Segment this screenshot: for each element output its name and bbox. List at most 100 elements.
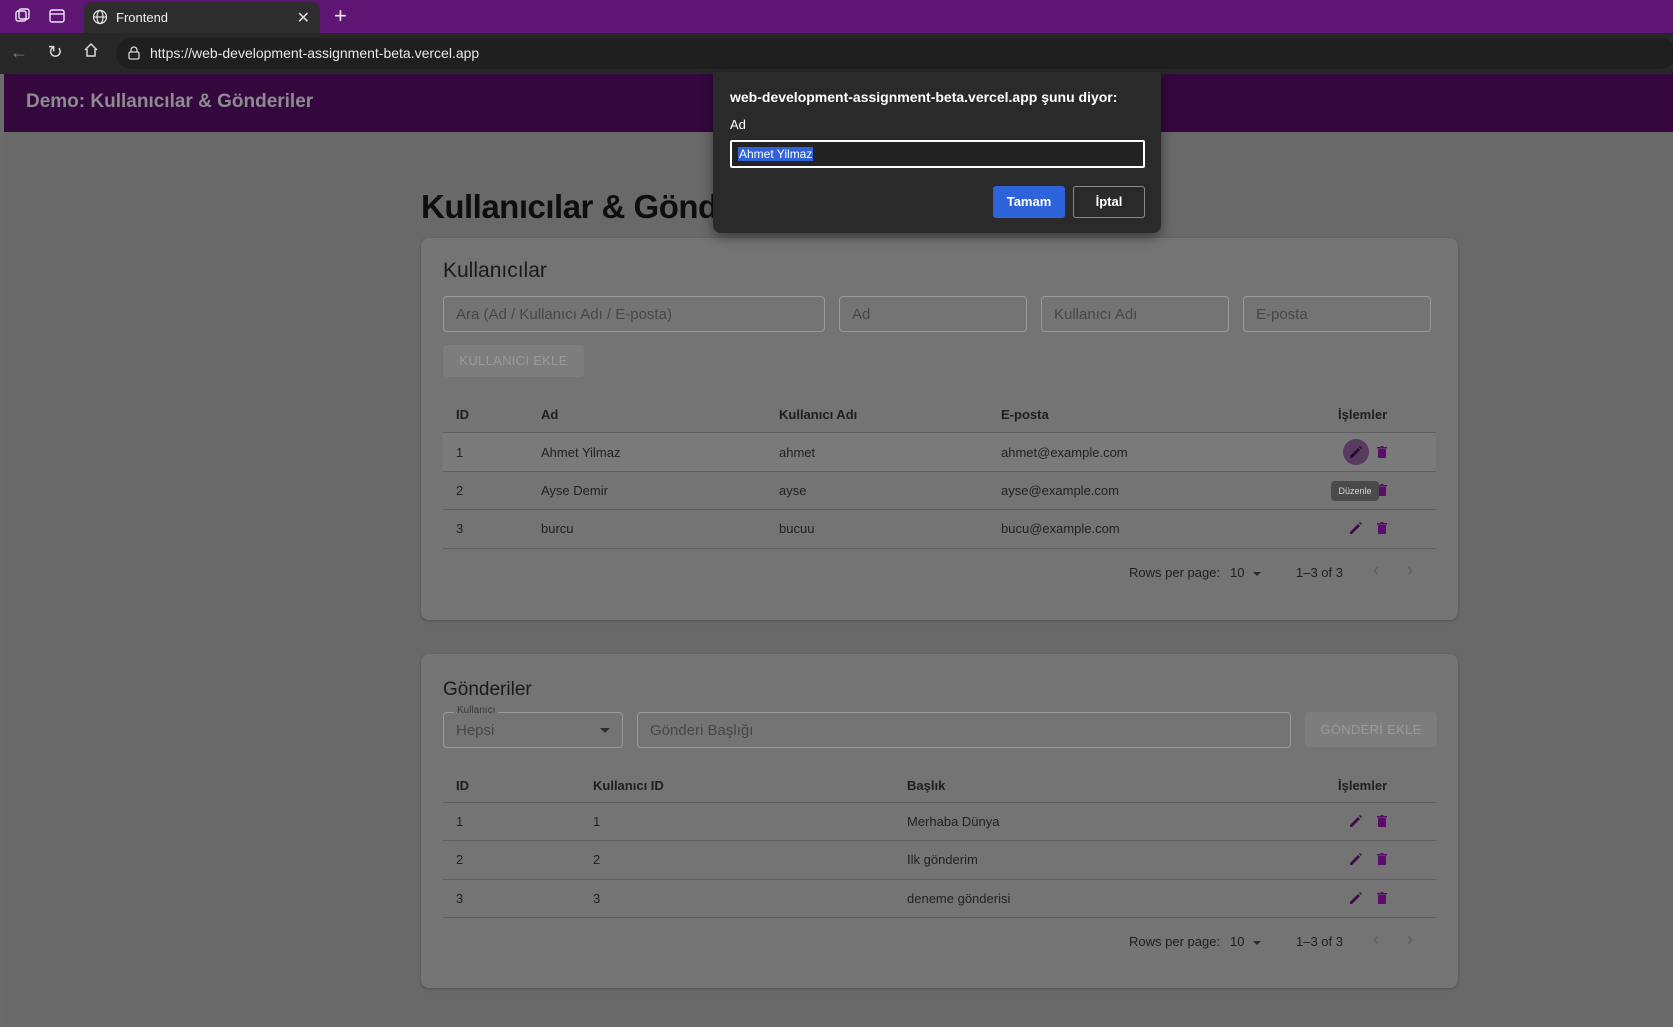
- user-username-field[interactable]: Kullanıcı Adı: [1041, 296, 1229, 332]
- url-text: https://web-development-assignment-beta.…: [150, 45, 480, 61]
- divider: [443, 548, 1436, 549]
- divider: [443, 471, 1436, 472]
- edit-icon[interactable]: [1348, 890, 1364, 906]
- globe-icon: [92, 9, 108, 25]
- post-row-2-title: Ilk gönderim: [907, 852, 978, 867]
- user-row-3-username: bucuu: [779, 521, 815, 536]
- rows-per-page-label: Rows per page:: [1129, 934, 1221, 949]
- user-email-placeholder: E-posta: [1256, 306, 1308, 323]
- user-row-2-id: 2: [456, 483, 464, 498]
- dialog-label: Ad: [730, 117, 746, 132]
- address-bar[interactable]: https://web-development-assignment-beta.…: [116, 38, 1673, 69]
- post-row-1-title: Merhaba Dünya: [907, 814, 1000, 829]
- rows-per-page-select[interactable]: 10: [1230, 565, 1244, 580]
- post-row-3-id: 3: [456, 891, 464, 906]
- posts-col-title: Başlık: [907, 778, 946, 793]
- user-name-field[interactable]: Ad: [839, 296, 1027, 332]
- next-page-icon[interactable]: ›: [1407, 929, 1413, 950]
- user-row-3-id: 3: [456, 521, 464, 536]
- tab-frontend[interactable]: Frontend ✕: [84, 2, 320, 33]
- add-user-button[interactable]: KULLANICI EKLE: [443, 345, 584, 377]
- prev-page-icon[interactable]: ‹: [1373, 929, 1379, 950]
- post-row-2-user-id: 2: [593, 852, 601, 867]
- page-title: Kullanıcılar & Gönder: [421, 188, 748, 225]
- post-row-1-id: 1: [456, 814, 464, 829]
- users-col-username: Kullanıcı Adı: [779, 407, 858, 422]
- tab-actions-icon[interactable]: [48, 7, 66, 25]
- post-row-3-user-id: 3: [593, 891, 601, 906]
- edit-icon[interactable]: [1348, 851, 1364, 867]
- users-col-id: ID: [456, 407, 469, 422]
- dialog-input[interactable]: Ahmet Yilmaz: [730, 140, 1145, 168]
- divider: [443, 917, 1436, 918]
- posts-col-user-id: Kullanıcı ID: [593, 778, 664, 793]
- ok-button[interactable]: Tamam: [993, 186, 1065, 218]
- edit-icon[interactable]: [1348, 444, 1364, 460]
- user-username-placeholder: Kullanıcı Adı: [1054, 306, 1138, 323]
- delete-icon[interactable]: [1374, 851, 1390, 867]
- edit-icon[interactable]: [1348, 813, 1364, 829]
- posts-col-actions: İşlemler: [1338, 778, 1388, 793]
- browser-tab-bar: Frontend ✕ +: [0, 0, 1673, 33]
- reload-icon[interactable]: ↻: [44, 41, 66, 63]
- user-row-1-username: ahmet: [779, 445, 816, 460]
- pagination-range: 1–3 of 3: [1296, 934, 1343, 949]
- post-title-placeholder: Gönderi Başlığı: [650, 722, 754, 739]
- user-email-field[interactable]: E-posta: [1243, 296, 1431, 332]
- prompt-dialog: web-development-assignment-beta.vercel.a…: [713, 72, 1161, 233]
- home-icon[interactable]: [80, 41, 102, 63]
- prev-page-icon[interactable]: ‹: [1373, 560, 1379, 581]
- user-row-3-name: burcu: [541, 521, 574, 536]
- user-filter-label: Kullanıcı: [454, 705, 499, 716]
- delete-icon[interactable]: [1374, 520, 1390, 536]
- chevron-down-icon[interactable]: [1253, 572, 1261, 576]
- rows-per-page-label: Rows per page:: [1129, 565, 1221, 580]
- back-icon[interactable]: ←: [8, 41, 30, 63]
- user-row-3-email: bucu@example.com: [1001, 521, 1120, 536]
- add-post-button[interactable]: GÖNDERİ EKLE: [1305, 712, 1437, 747]
- divider: [443, 509, 1436, 510]
- user-row-1-id: 1: [456, 445, 464, 460]
- user-row-1-email: ahmet@example.com: [1001, 445, 1128, 460]
- close-tab-icon[interactable]: ✕: [297, 8, 310, 28]
- workspaces-icon[interactable]: [14, 7, 32, 25]
- delete-icon[interactable]: [1374, 444, 1390, 460]
- users-card: Kullanıcılar Ara (Ad / Kullanıcı Adı / E…: [421, 238, 1458, 620]
- lock-icon[interactable]: [126, 45, 142, 61]
- users-col-name: Ad: [541, 407, 559, 422]
- posts-card: Gönderiler Kullanıcı Hepsi Gönderi Başlı…: [421, 654, 1458, 988]
- user-search-placeholder: Ara (Ad / Kullanıcı Adı / E-posta): [456, 306, 672, 323]
- new-tab-icon[interactable]: +: [334, 4, 347, 28]
- cancel-button[interactable]: İptal: [1073, 186, 1145, 218]
- chevron-down-icon[interactable]: [1253, 941, 1261, 945]
- chevron-down-icon: [600, 728, 610, 733]
- users-card-title: Kullanıcılar: [443, 259, 547, 282]
- divider: [443, 840, 1436, 841]
- dialog-input-value: Ahmet Yilmaz: [738, 147, 814, 161]
- divider: [443, 802, 1436, 803]
- post-row-1-user-id: 1: [593, 814, 601, 829]
- post-title-input[interactable]: Gönderi Başlığı: [637, 712, 1291, 748]
- posts-card-title: Gönderiler: [443, 679, 532, 700]
- posts-col-id: ID: [456, 778, 469, 793]
- rows-per-page-select[interactable]: 10: [1230, 934, 1244, 949]
- user-row-2-username: ayse: [779, 483, 807, 498]
- delete-icon[interactable]: [1374, 813, 1390, 829]
- next-page-icon[interactable]: ›: [1407, 560, 1413, 581]
- user-filter-select[interactable]: Kullanıcı Hepsi: [443, 705, 623, 748]
- pagination-range: 1–3 of 3: [1296, 565, 1343, 580]
- user-name-placeholder: Ad: [852, 306, 871, 323]
- users-col-email: E-posta: [1001, 407, 1049, 422]
- users-col-actions: İşlemler: [1338, 407, 1388, 422]
- edit-icon[interactable]: [1348, 520, 1364, 536]
- divider: [443, 879, 1436, 880]
- edit-tooltip: Düzenle: [1331, 481, 1379, 501]
- delete-icon[interactable]: [1374, 890, 1390, 906]
- dialog-title: web-development-assignment-beta.vercel.a…: [730, 89, 1118, 105]
- user-row-2-email: ayse@example.com: [1001, 483, 1119, 498]
- post-row-2-id: 2: [456, 852, 464, 867]
- user-search-input[interactable]: Ara (Ad / Kullanıcı Adı / E-posta): [443, 296, 825, 332]
- app-header-title: Demo: Kullanıcılar & Gönderiler: [26, 91, 314, 112]
- post-row-3-title: deneme gönderisi: [907, 891, 1011, 906]
- tab-title: Frontend: [116, 10, 169, 25]
